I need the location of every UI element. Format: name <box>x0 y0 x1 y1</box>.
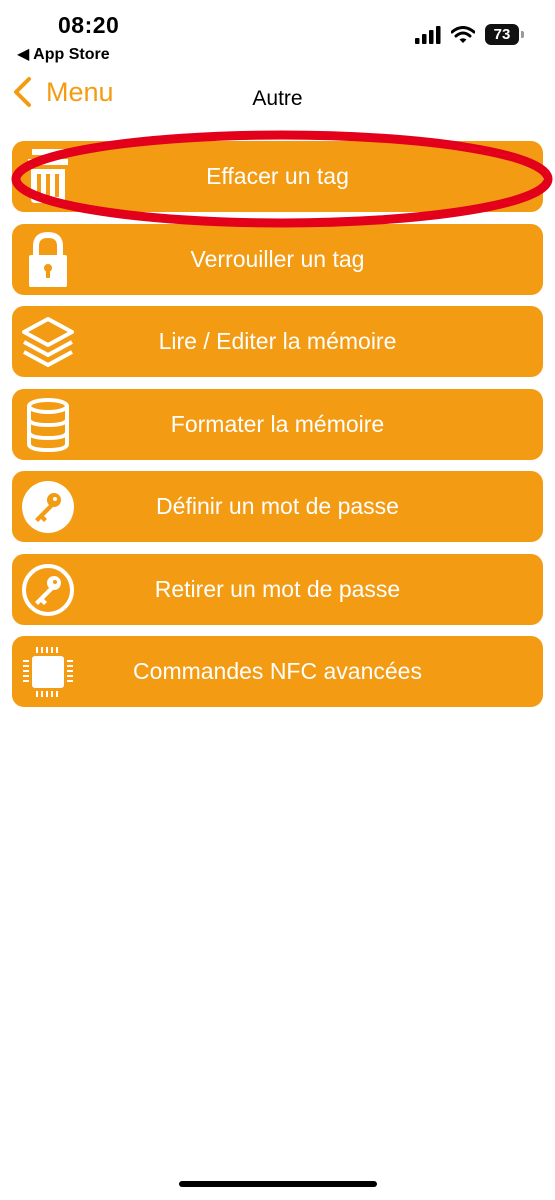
erase-tag-button[interactable]: Effacer un tag <box>12 141 543 212</box>
erase-tag-label: Effacer un tag <box>206 163 349 189</box>
back-to-app-store-link[interactable]: ◀ App Store <box>17 44 110 64</box>
cellular-signal-icon <box>415 25 441 44</box>
remove-password-label: Retirer un mot de passe <box>154 575 401 602</box>
set-password-label: Définir un mot de passe <box>156 493 399 519</box>
battery-level: 73 <box>493 26 511 43</box>
lock-tag-label: Verrouiller un tag <box>190 245 365 272</box>
set-password-button[interactable]: Définir un mot de passe <box>12 471 543 542</box>
menu-list: Effacer un tag Verrouiller un tag Lire /… <box>12 141 543 719</box>
status-time: 08:20 <box>58 12 120 38</box>
remove-password-button[interactable]: Retirer un mot de passe <box>12 553 543 625</box>
read-edit-memory-button[interactable]: Lire / Editer la mémoire <box>12 306 543 377</box>
page-title: Autre <box>0 87 555 111</box>
advanced-nfc-commands-button[interactable]: Commandes NFC avancées <box>12 636 543 707</box>
battery-icon: 73 <box>485 24 524 45</box>
format-memory-label: Formater la mémoire <box>170 410 385 437</box>
screen: 08:20 ◀ App Store 73 Menu Autre Effacer … <box>0 0 555 1200</box>
status-icons: 73 <box>415 24 524 45</box>
lock-tag-button[interactable]: Verrouiller un tag <box>12 223 543 295</box>
read-edit-memory-label: Lire / Editer la mémoire <box>158 328 397 354</box>
page-title-text: Autre <box>252 87 303 110</box>
wifi-icon <box>451 25 475 43</box>
advanced-nfc-commands-label: Commandes NFC avancées <box>133 658 422 684</box>
format-memory-button[interactable]: Formater la mémoire <box>12 388 543 460</box>
home-indicator[interactable] <box>179 1181 377 1187</box>
